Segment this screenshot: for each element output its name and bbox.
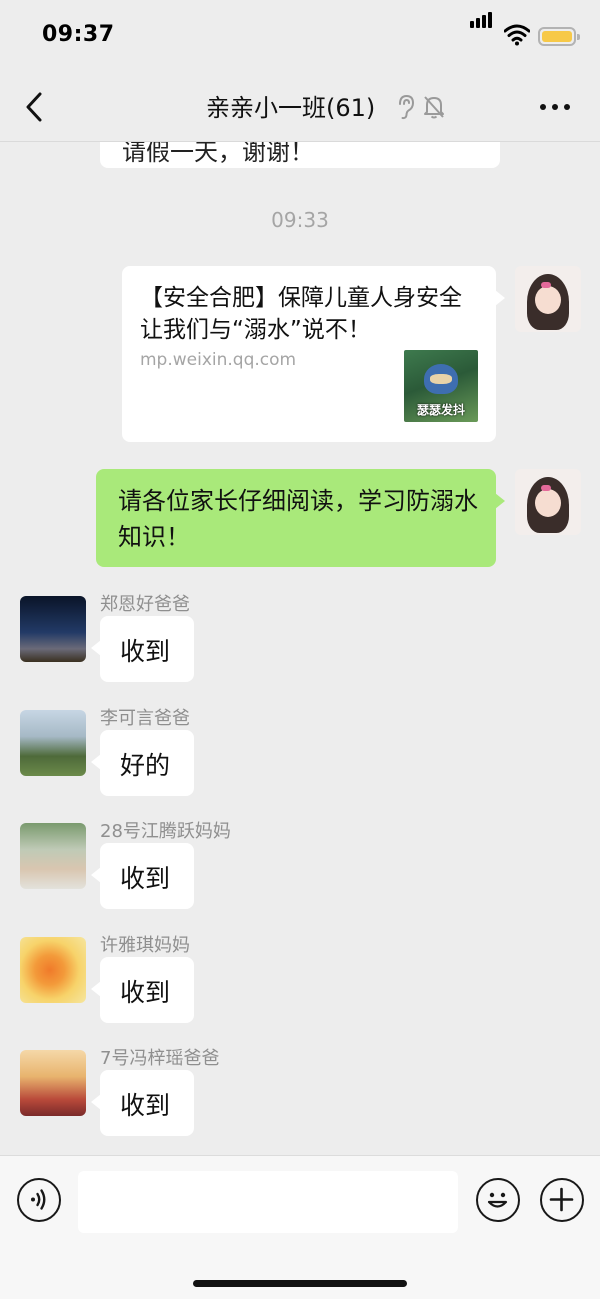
my-avatar[interactable] [515, 266, 581, 332]
my-avatar[interactable] [515, 469, 581, 535]
thumbnail-caption: 瑟瑟发抖 [416, 403, 465, 417]
member-avatar[interactable] [20, 710, 86, 776]
reply-text: 收到 [120, 978, 171, 1007]
reply-text: 收到 [120, 1091, 171, 1120]
sender-name: 7号冯梓瑶爸爸 [100, 1048, 220, 1069]
message-input-bar [0, 1155, 600, 1299]
emoji-icon[interactable] [476, 1178, 520, 1222]
member-avatar[interactable] [20, 823, 86, 889]
link-card-title: 【安全合肥】保障儿童人身安全 让我们与“溺水”说不！ [140, 285, 462, 343]
more-options-icon[interactable] [538, 102, 572, 112]
reply-text: 收到 [120, 637, 171, 666]
status-bar: 09:37 [0, 0, 600, 72]
earpiece-mode-icon [399, 94, 415, 120]
sender-name: 许雅琪妈妈 [100, 935, 190, 956]
chat-title: 亲亲小一班(61) [206, 94, 376, 122]
message-timestamp: 09:33 [271, 208, 329, 232]
shared-link-card[interactable]: 【安全合肥】保障儿童人身安全 让我们与“溺水”说不！ mp.weixin.qq.… [122, 266, 505, 442]
member-avatar[interactable] [20, 1050, 86, 1116]
link-card-domain: mp.weixin.qq.com [140, 350, 297, 370]
add-attachment-icon[interactable] [540, 1178, 584, 1222]
previous-message-text: 请假一天，谢谢！ [122, 142, 314, 166]
mute-bell-icon [424, 96, 444, 119]
reply-text: 好的 [120, 751, 171, 780]
my-message-bubble[interactable]: 请各位家长仔细阅读，学习防溺水知识！ [96, 469, 505, 567]
reply-text: 收到 [120, 864, 171, 893]
sender-name: 李可言爸爸 [100, 708, 190, 729]
link-card-thumbnail: 瑟瑟发抖 [404, 350, 478, 422]
chat-header: 亲亲小一班(61) [0, 72, 600, 142]
reply-bubble[interactable]: 收到 [91, 616, 194, 682]
sender-name: 28号江腾跃妈妈 [100, 821, 231, 842]
wifi-icon [504, 24, 530, 46]
sender-name: 郑恩好爸爸 [100, 594, 190, 615]
battery-icon [538, 27, 580, 46]
member-avatar[interactable] [20, 596, 86, 662]
reply-bubble[interactable]: 收到 [91, 957, 194, 1023]
previous-message-bubble[interactable]: 请假一天，谢谢！ [100, 142, 500, 168]
message-input[interactable] [78, 1171, 458, 1233]
my-message-text: 请各位家长仔细阅读，学习防溺水知识！ [118, 487, 478, 551]
reply-bubble[interactable]: 收到 [91, 843, 194, 909]
home-indicator [193, 1280, 407, 1287]
voice-input-icon[interactable] [17, 1178, 61, 1222]
message-list[interactable]: 请假一天，谢谢！ 09:33 【安全合肥】保障儿童人身安全 让我们与“溺水”说不… [0, 142, 600, 1155]
reply-bubble[interactable]: 收到 [91, 1070, 194, 1136]
status-time: 09:37 [42, 22, 115, 47]
member-avatar[interactable] [20, 937, 86, 1003]
reply-bubble[interactable]: 好的 [91, 730, 194, 796]
back-arrow-icon[interactable] [22, 90, 52, 124]
